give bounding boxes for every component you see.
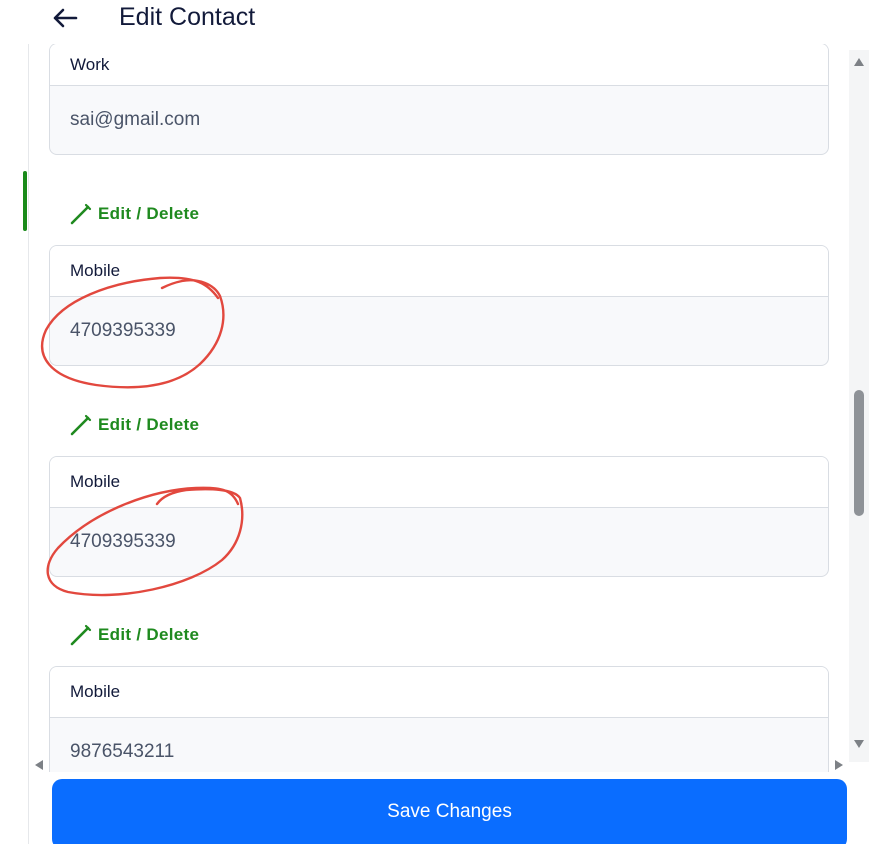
edit-contact-screen: Edit Contact Work sai@gmail.com Edit / D… bbox=[0, 0, 872, 844]
field-label: Mobile bbox=[50, 667, 828, 718]
field-value-input[interactable]: sai@gmail.com bbox=[50, 86, 828, 154]
edit-delete-label: Edit / Delete bbox=[98, 204, 200, 223]
edit-delete-link[interactable]: Edit / Delete bbox=[70, 203, 199, 225]
field-card-mobile: Mobile 9876543211 bbox=[49, 666, 829, 772]
vertical-scrollbar[interactable] bbox=[849, 50, 869, 762]
field-label: Mobile bbox=[50, 457, 828, 508]
field-card-mobile: Mobile 4709395339 bbox=[49, 245, 829, 366]
page-title: Edit Contact bbox=[119, 3, 256, 31]
field-value-input[interactable]: 4709395339 bbox=[50, 297, 828, 365]
scroll-down-arrow-icon[interactable] bbox=[853, 738, 865, 750]
pencil-icon bbox=[70, 203, 92, 225]
field-value-input[interactable]: 4709395339 bbox=[50, 508, 828, 576]
scrollbar-thumb[interactable] bbox=[854, 390, 864, 516]
pencil-icon bbox=[70, 624, 92, 646]
arrow-left-icon[interactable] bbox=[51, 5, 79, 31]
scroll-left-arrow-icon[interactable] bbox=[33, 759, 45, 771]
scroll-up-arrow-icon[interactable] bbox=[853, 56, 865, 68]
contact-fields-scroll-area[interactable]: Work sai@gmail.com Edit / Delete Mobile … bbox=[30, 44, 850, 772]
header: Edit Contact bbox=[0, 0, 872, 44]
pencil-icon bbox=[70, 414, 92, 436]
left-divider bbox=[28, 0, 29, 844]
save-changes-button[interactable]: Save Changes bbox=[52, 779, 847, 844]
edit-delete-label: Edit / Delete bbox=[98, 415, 200, 434]
field-label: Mobile bbox=[50, 246, 828, 297]
edit-delete-link[interactable]: Edit / Delete bbox=[70, 624, 199, 646]
field-card-work: Work sai@gmail.com bbox=[49, 44, 829, 155]
field-card-mobile: Mobile 4709395339 bbox=[49, 456, 829, 577]
scroll-right-arrow-icon[interactable] bbox=[833, 759, 845, 771]
active-indicator bbox=[23, 171, 27, 231]
field-label: Work bbox=[50, 44, 828, 86]
edit-delete-link[interactable]: Edit / Delete bbox=[70, 414, 199, 436]
edit-delete-label: Edit / Delete bbox=[98, 625, 200, 644]
field-value-input[interactable]: 9876543211 bbox=[50, 718, 828, 772]
